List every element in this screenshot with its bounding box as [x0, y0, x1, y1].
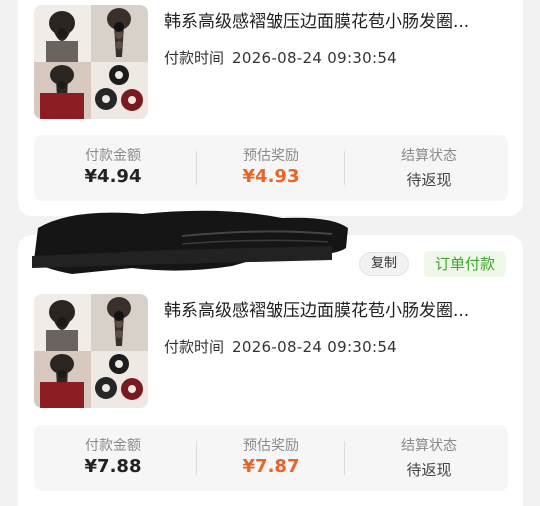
- settlement-status-label: 结算状态: [401, 438, 457, 454]
- estimated-reward-value: ¥7.87: [242, 456, 300, 477]
- redacted-order-number: [32, 210, 348, 274]
- paid-amount: 付款金额 ¥4.94: [34, 135, 192, 201]
- estimated-reward: 预估奖励 ¥4.93: [192, 135, 350, 201]
- order-stats: 付款金额 ¥7.88 预估奖励 ¥7.87 结算状态 待返现: [34, 425, 508, 491]
- stat-divider: [344, 441, 345, 475]
- order-card[interactable]: 韩系高级感褶皱压边面膜花苞小肠发圈... 付款时间 2026-08-24 09:3…: [18, 0, 523, 216]
- settlement-status: 结算状态 待返现: [350, 135, 508, 201]
- settlement-status-value: 待返现: [406, 171, 452, 189]
- pay-time-label: 付款时间: [164, 338, 225, 356]
- paid-amount: 付款金额 ¥7.88: [34, 425, 192, 491]
- product-image[interactable]: [34, 294, 148, 408]
- product-title[interactable]: 韩系高级感褶皱压边面膜花苞小肠发圈...: [164, 296, 509, 321]
- estimated-reward: 预估奖励 ¥7.87: [192, 425, 350, 491]
- orders-page: 韩系高级感褶皱压边面膜花苞小肠发圈... 付款时间 2026-08-24 09:3…: [0, 0, 540, 506]
- pay-time: 付款时间 2026-08-24 09:30:54: [164, 336, 397, 357]
- settlement-status-value: 待返现: [406, 461, 452, 479]
- hair-scrunchie-product-image: [34, 294, 148, 408]
- order-stats: 付款金额 ¥4.94 预估奖励 ¥4.93 结算状态 待返现: [34, 135, 508, 201]
- estimated-reward-value: ¥4.93: [242, 166, 300, 187]
- estimated-reward-label: 预估奖励: [243, 148, 299, 164]
- paid-amount-label: 付款金额: [85, 438, 141, 454]
- settlement-status: 结算状态 待返现: [350, 425, 508, 491]
- order-status-badge: 订单付款: [424, 251, 506, 277]
- copy-button[interactable]: 复制: [359, 252, 409, 276]
- paid-amount-value: ¥4.94: [84, 166, 142, 187]
- order-card[interactable]: 复制 订单付款 韩系高级感褶皱压边面膜花苞小肠发圈... 付款时间 2026-0…: [18, 210, 523, 506]
- product-image[interactable]: [34, 5, 148, 119]
- pay-time: 付款时间 2026-08-24 09:30:54: [164, 47, 397, 68]
- product-title[interactable]: 韩系高级感褶皱压边面膜花苞小肠发圈...: [164, 7, 509, 32]
- stat-divider: [344, 151, 345, 185]
- paid-amount-label: 付款金额: [85, 148, 141, 164]
- estimated-reward-label: 预估奖励: [243, 438, 299, 454]
- hair-scrunchie-product-image: [34, 5, 148, 119]
- pay-time-value: 2026-08-24 09:30:54: [232, 338, 398, 356]
- paid-amount-value: ¥7.88: [84, 456, 142, 477]
- pay-time-value: 2026-08-24 09:30:54: [232, 49, 398, 67]
- pay-time-label: 付款时间: [164, 49, 225, 67]
- settlement-status-label: 结算状态: [401, 148, 457, 164]
